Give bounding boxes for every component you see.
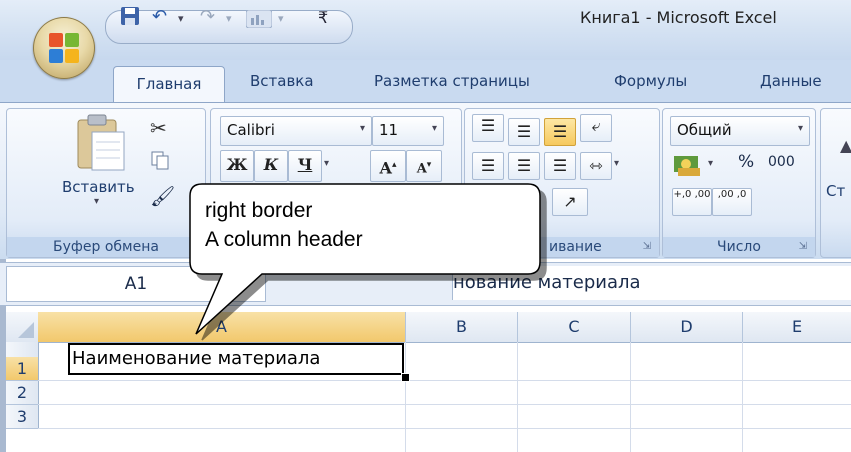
grid-line bbox=[38, 428, 851, 429]
cell-A1[interactable]: Наименование материала bbox=[68, 343, 404, 375]
align-right-icon[interactable]: ☰ bbox=[544, 152, 576, 180]
number-format-select[interactable]: Общий ▾ bbox=[670, 116, 810, 146]
grow-font-label: A bbox=[379, 158, 392, 178]
copy-icon[interactable] bbox=[150, 150, 170, 174]
callout-text: right border A column header bbox=[205, 196, 363, 254]
chart-dropdown-icon[interactable]: ▾ bbox=[278, 12, 284, 25]
name-box[interactable]: A1 bbox=[6, 266, 266, 302]
increase-decimal-button[interactable]: +,0 ,00 bbox=[672, 188, 712, 216]
column-header-D[interactable]: D bbox=[631, 312, 743, 342]
font-size-dropdown-icon: ▾ bbox=[431, 123, 437, 134]
shrink-font-label: A bbox=[416, 161, 427, 177]
number-format-dropdown-icon: ▾ bbox=[797, 123, 803, 134]
row-header-spacer bbox=[6, 342, 39, 357]
increase-decimal-label: +,0 ,00 bbox=[673, 189, 711, 200]
align-top-icon[interactable]: ☰ bbox=[472, 114, 504, 142]
column-header-E[interactable]: E bbox=[743, 312, 851, 342]
tab-page-layout[interactable]: Разметка страницы bbox=[374, 72, 530, 90]
alignment-group-label: ивание ⇲ bbox=[465, 237, 659, 257]
grid-line bbox=[742, 342, 743, 452]
shrink-arrow-icon: ▾ bbox=[426, 160, 432, 170]
redo-icon[interactable]: ↷ bbox=[200, 6, 215, 27]
cell-A2[interactable] bbox=[38, 381, 405, 404]
callout-line-1: right border bbox=[205, 199, 313, 222]
tab-home-label: Главная bbox=[136, 75, 202, 93]
font-size-value: 11 bbox=[379, 121, 399, 139]
alignment-launcher-icon[interactable]: ⇲ bbox=[643, 237, 651, 257]
align-bottom-icon[interactable]: ☰ bbox=[544, 118, 576, 146]
tab-insert[interactable]: Вставка bbox=[250, 72, 314, 90]
format-painter-icon[interactable]: 🖌 bbox=[150, 184, 175, 208]
thousands-separator-button[interactable]: 000 bbox=[768, 154, 795, 170]
save-icon[interactable] bbox=[120, 6, 140, 31]
cut-icon[interactable]: ✂ bbox=[150, 116, 167, 140]
paste-icon[interactable] bbox=[72, 112, 128, 172]
formula-input[interactable]: нование материала bbox=[452, 266, 851, 300]
italic-button[interactable]: К bbox=[254, 150, 288, 182]
currency-format-icon[interactable] bbox=[672, 152, 706, 182]
grow-arrow-icon: ▴ bbox=[391, 160, 397, 170]
undo-icon[interactable]: ↶ bbox=[152, 6, 167, 27]
number-format-value: Общий bbox=[677, 121, 732, 139]
redo-dropdown-icon[interactable]: ▾ bbox=[226, 12, 232, 25]
paste-button-label[interactable]: Вставить bbox=[62, 178, 135, 196]
tab-home[interactable]: Главная bbox=[113, 66, 225, 105]
callout-line-2: A column header bbox=[205, 228, 363, 251]
align-center-icon[interactable]: ☰ bbox=[508, 152, 540, 180]
merge-dropdown-icon[interactable]: ▾ bbox=[614, 158, 619, 169]
grid-line bbox=[630, 342, 631, 452]
number-group-label: Число ⇲ bbox=[663, 237, 815, 257]
cell-A3[interactable] bbox=[38, 405, 405, 428]
orientation-icon[interactable]: ↗ bbox=[552, 188, 588, 216]
window-title: Книга1 - Microsoft Excel bbox=[580, 8, 777, 27]
tab-formulas[interactable]: Формулы bbox=[614, 72, 687, 90]
decrease-decimal-button[interactable]: ,00 ,0 bbox=[712, 188, 752, 216]
clipboard-group-label: Буфер обмена bbox=[7, 237, 205, 257]
customize-qat-icon[interactable]: ₹ bbox=[318, 8, 328, 27]
paste-dropdown-icon[interactable]: ▾ bbox=[94, 196, 99, 207]
undo-dropdown-icon[interactable]: ▾ bbox=[178, 12, 184, 25]
tab-data[interactable]: Данные bbox=[760, 72, 822, 90]
font-name-value: Calibri bbox=[227, 121, 275, 139]
chart-icon[interactable] bbox=[245, 9, 273, 33]
column-header-A[interactable]: A bbox=[38, 312, 406, 342]
office-button[interactable] bbox=[33, 17, 95, 79]
alignment-group-label-text: ивание bbox=[549, 239, 602, 255]
wrap-text-icon[interactable]: ⤶ bbox=[580, 114, 612, 142]
office-logo-icon bbox=[49, 33, 79, 63]
number-group-label-text: Число bbox=[717, 239, 761, 255]
percent-button[interactable]: % bbox=[738, 152, 754, 172]
row-header-1[interactable]: 1 bbox=[6, 357, 39, 381]
currency-dropdown-icon[interactable]: ▾ bbox=[708, 158, 713, 169]
shrink-font-button[interactable]: A▾ bbox=[406, 150, 442, 182]
select-all-button[interactable] bbox=[6, 312, 39, 342]
underline-button[interactable]: Ч bbox=[288, 150, 322, 182]
merge-center-icon[interactable]: ⇿ bbox=[580, 152, 612, 180]
bold-button[interactable]: Ж bbox=[220, 150, 254, 182]
decrease-decimal-label: ,00 ,0 bbox=[717, 189, 747, 200]
grow-font-button[interactable]: A▴ bbox=[370, 150, 406, 182]
clipboard-launcher-icon[interactable]: ⇲ bbox=[190, 234, 198, 245]
font-size-select[interactable]: 11 ▾ bbox=[372, 116, 444, 146]
grid-line bbox=[517, 342, 518, 452]
grid-line bbox=[405, 342, 406, 452]
number-launcher-icon[interactable]: ⇲ bbox=[799, 237, 807, 257]
font-name-dropdown-icon: ▾ bbox=[359, 123, 365, 134]
row-header-2[interactable]: 2 bbox=[6, 381, 39, 405]
column-header-C[interactable]: C bbox=[518, 312, 631, 342]
align-middle-icon[interactable]: ☰ bbox=[508, 118, 540, 146]
column-header-B[interactable]: B bbox=[406, 312, 518, 342]
underline-dropdown-icon[interactable]: ▾ bbox=[324, 158, 329, 169]
row-header-3[interactable]: 3 bbox=[6, 405, 39, 429]
align-left-icon[interactable]: ☰ bbox=[472, 152, 504, 180]
styles-icon[interactable]: ▲ bbox=[840, 136, 851, 155]
styles-label[interactable]: Ст bbox=[826, 182, 845, 200]
font-name-select[interactable]: Calibri ▾ bbox=[220, 116, 372, 146]
